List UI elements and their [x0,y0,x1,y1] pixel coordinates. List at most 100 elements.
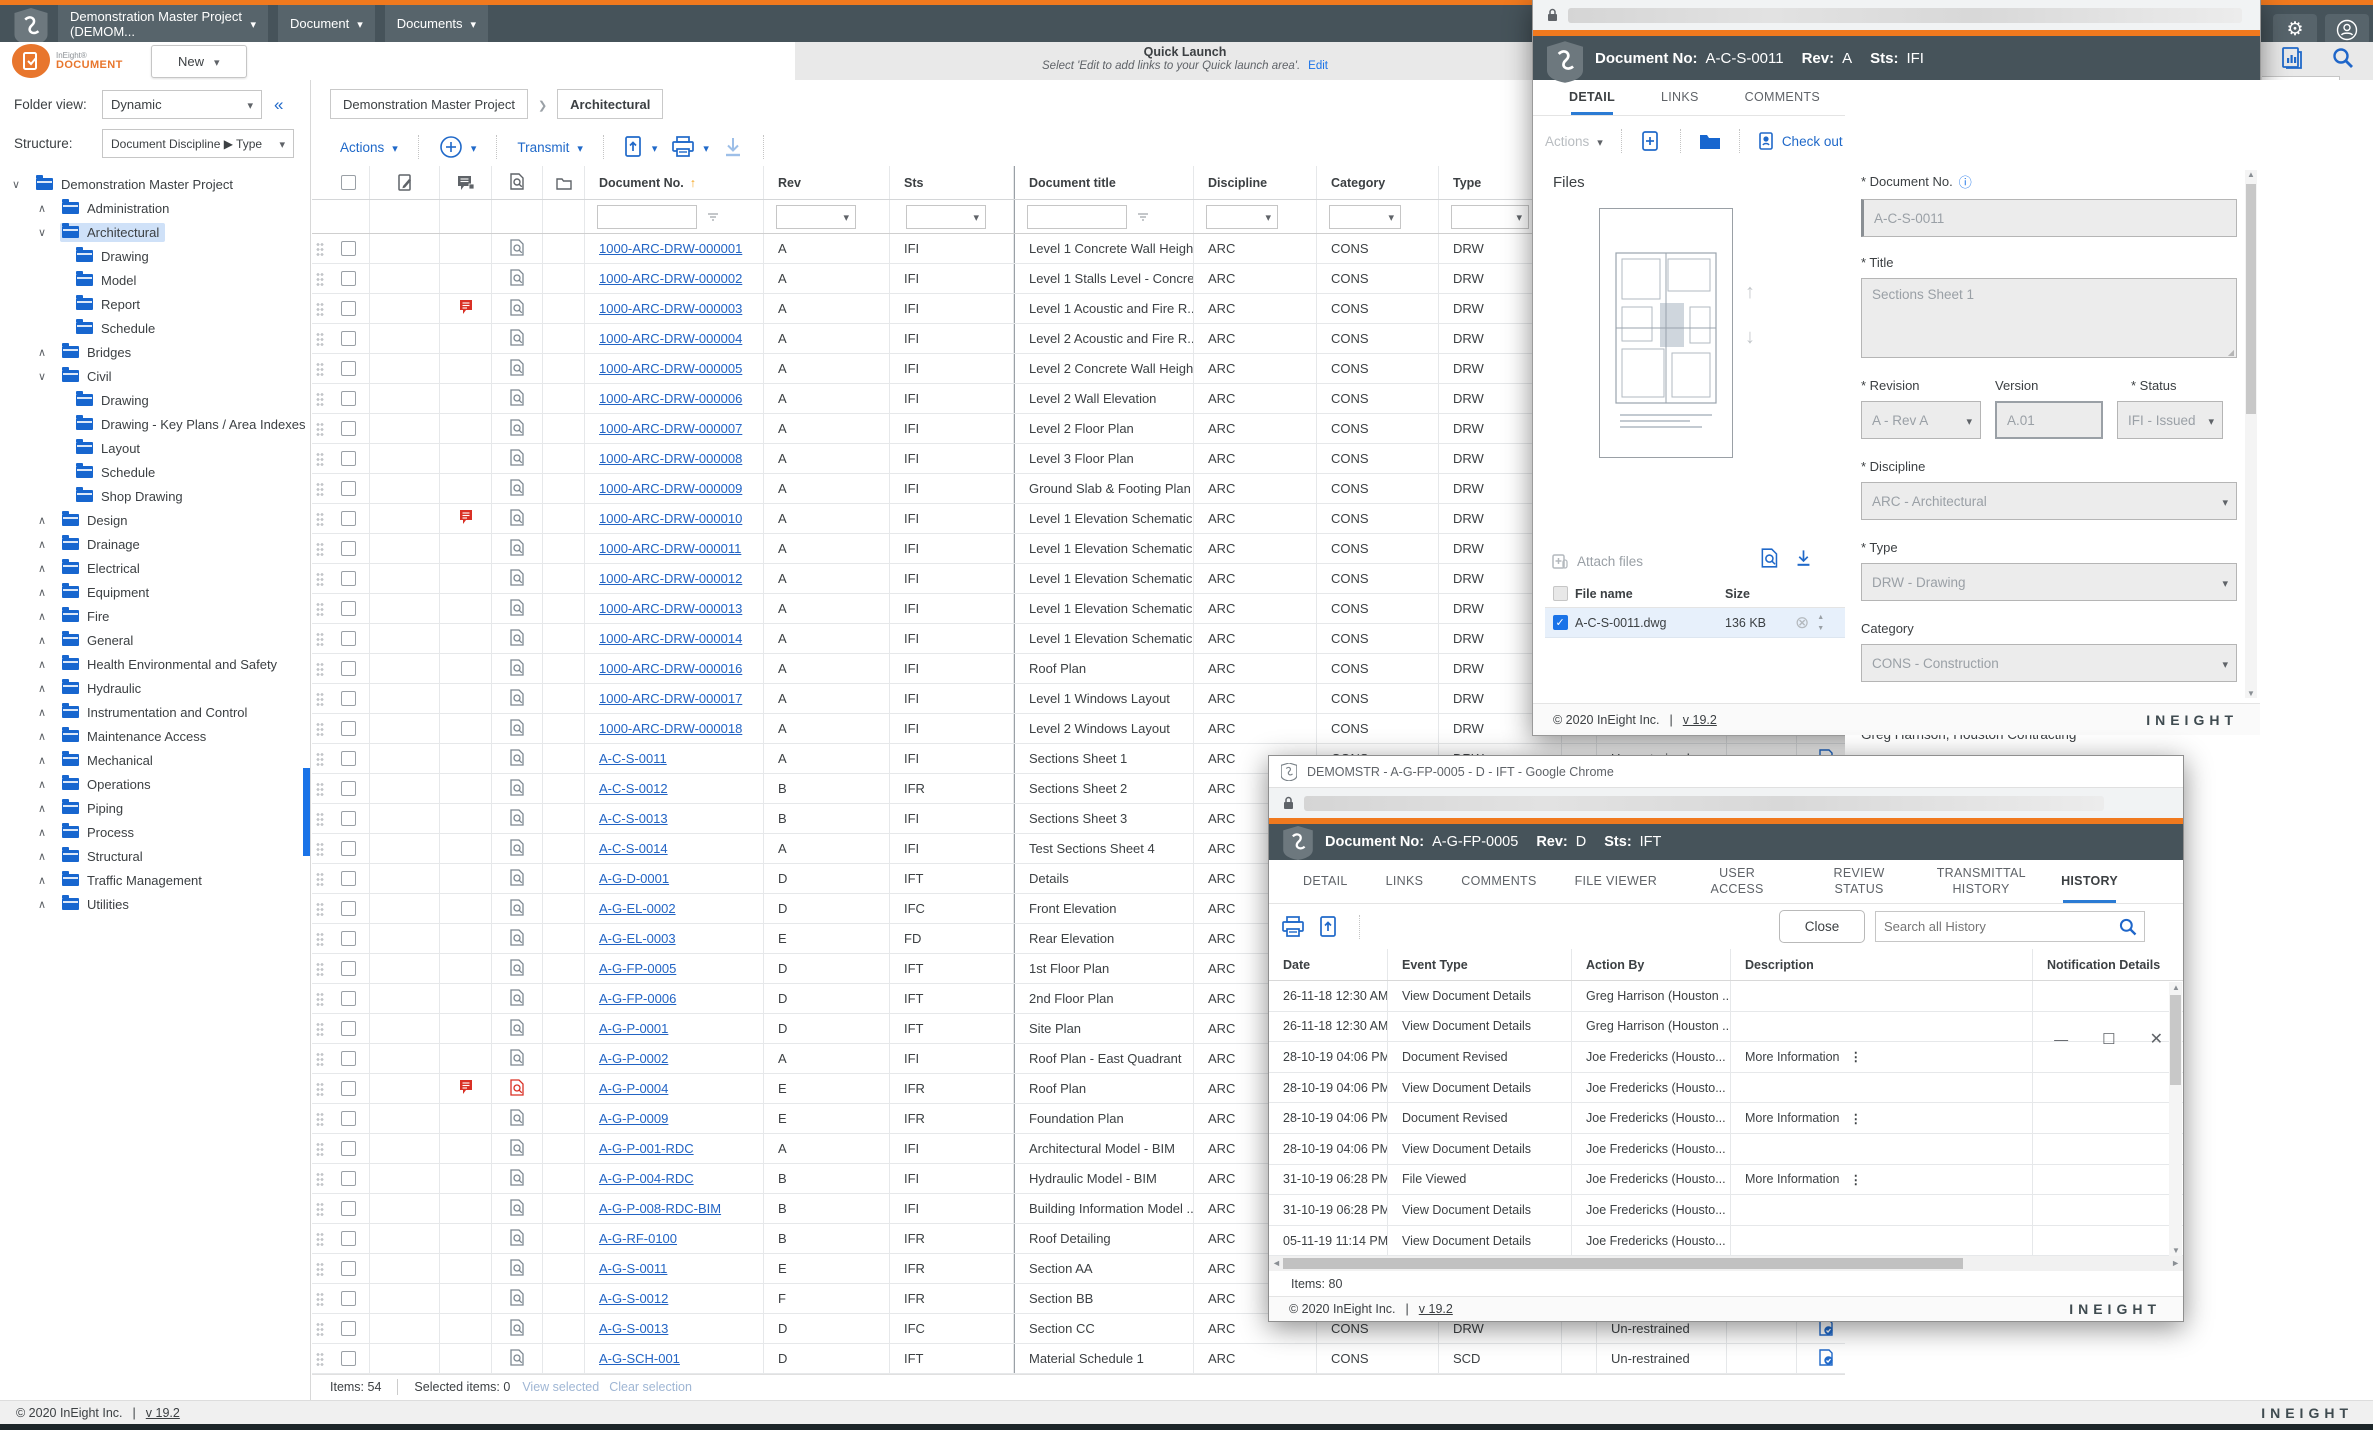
file-viewer-icon[interactable] [510,1349,525,1369]
row-checkbox[interactable] [341,1291,356,1306]
filter-document-no-input[interactable] [597,205,697,229]
row-checkbox[interactable] [341,331,356,346]
breadcrumb-root[interactable]: Demonstration Master Project [330,89,528,119]
drag-handle-icon[interactable] [316,1142,324,1156]
document-link[interactable]: 1000-ARC-DRW-000003 [599,301,742,316]
tree-item[interactable]: Process [0,820,310,844]
printer-icon[interactable] [1281,916,1305,938]
more-information-link[interactable]: More Information [1745,1172,1839,1186]
drag-handle-icon[interactable] [316,812,324,826]
tree-item[interactable]: Fire [0,604,310,628]
download-file-icon[interactable] [1795,548,1812,573]
reports-icon[interactable] [2279,45,2305,71]
files-col-name[interactable]: File name [1575,587,1725,601]
row-checkbox[interactable] [341,781,356,796]
new-version-icon[interactable] [1640,129,1662,153]
document-link[interactable]: A-G-P-004-RDC [599,1171,694,1186]
download-button[interactable] [723,136,743,158]
comment-flag-icon[interactable] [458,509,474,528]
url-field[interactable] [1304,796,2104,811]
drag-handle-icon[interactable] [316,752,324,766]
document-link[interactable]: A-C-S-0011 [599,751,667,766]
window-title-bar[interactable]: DEMOMSTR - A-G-FP-0005 - D - IFT - Googl… [1269,756,2183,788]
history-row[interactable]: 28-10-19 04:06 PM Document Revised Joe F… [1269,1042,2183,1073]
filter-title-input[interactable] [1027,205,1127,229]
history-row[interactable]: 31-10-19 06:28 PM File Viewed Joe Freder… [1269,1165,2183,1196]
tree-item[interactable]: Schedule [0,316,310,340]
tab[interactable]: HISTORY [2055,860,2124,903]
drag-handle-icon[interactable] [316,362,324,376]
scroll-up-icon[interactable]: ▲ [1817,614,1824,621]
drag-handle-icon[interactable] [316,1322,324,1336]
sort-ascending-icon[interactable] [690,176,696,190]
history-row[interactable]: 28-10-19 04:06 PM Document Revised Joe F… [1269,1103,2183,1134]
tree-chevron-icon[interactable] [38,514,60,527]
document-link[interactable]: 1000-ARC-DRW-000012 [599,571,742,586]
file-viewer-icon[interactable] [510,299,525,319]
tree-chevron-icon[interactable] [38,370,60,383]
tree-item[interactable]: Hydraulic [0,676,310,700]
file-viewer-icon[interactable] [510,1049,525,1069]
save-button[interactable]: Save [2159,123,2185,160]
row-checkbox[interactable] [341,1351,356,1366]
file-viewer-icon[interactable] [510,1229,525,1249]
tree-chevron-icon[interactable] [38,562,60,575]
collapse-sidebar-icon[interactable] [274,95,283,115]
document-link[interactable]: A-G-EL-0003 [599,931,676,946]
export-document-button[interactable] [624,135,658,159]
tree-chevron-icon[interactable] [12,178,34,191]
document-link[interactable]: A-C-S-0014 [599,841,668,856]
row-checkbox[interactable] [341,721,356,736]
row-checkbox[interactable] [341,841,356,856]
drag-handle-icon[interactable] [316,1022,324,1036]
tree-chevron-icon[interactable] [38,610,60,623]
file-viewer-icon[interactable] [510,419,525,439]
drag-handle-icon[interactable] [316,272,324,286]
history-row[interactable]: 28-10-19 04:06 PM View Document Details … [1269,1073,2183,1104]
tree-item[interactable]: Traffic Management [0,868,310,892]
breadcrumb-current[interactable]: Architectural [557,89,663,119]
document-link[interactable]: 1000-ARC-DRW-000017 [599,691,742,706]
drag-handle-icon[interactable] [316,632,324,646]
filter-sts-select[interactable] [906,205,986,229]
file-viewer-icon[interactable] [510,1079,525,1099]
file-viewer-icon[interactable] [510,959,525,979]
file-viewer-icon[interactable] [510,809,525,829]
version-link[interactable]: v 19.2 [1683,713,1717,727]
tree-chevron-icon[interactable] [38,226,60,239]
document-link[interactable]: A-G-S-0011 [599,1261,667,1276]
file-viewer-icon[interactable] [510,329,525,349]
row-checkbox[interactable] [341,991,356,1006]
history-row[interactable]: 05-11-19 11:14 PM View Document Details … [1269,1226,2183,1257]
tree-item[interactable]: Architectural [0,220,310,244]
document-link[interactable]: A-G-P-001-RDC [599,1141,694,1156]
drag-handle-icon[interactable] [316,1352,324,1366]
document-link[interactable]: A-G-P-0009 [599,1111,668,1126]
scroll-down-icon[interactable]: ▼ [1817,625,1824,632]
tab[interactable]: COMMENTS [1739,80,1826,115]
file-viewer-icon[interactable] [510,839,525,859]
column-event-type[interactable]: Event Type [1388,949,1572,980]
scroll-down-icon[interactable]: ▼ [2172,1246,2180,1255]
drag-handle-icon[interactable] [316,902,324,916]
file-viewer-icon[interactable] [510,1109,525,1129]
row-checkbox[interactable] [341,901,356,916]
tree-item[interactable]: Mechanical [0,748,310,772]
more-information-link[interactable]: More Information [1745,1111,1839,1125]
close-button[interactable]: Close [1779,910,1865,943]
drag-handle-icon[interactable] [316,1052,324,1066]
row-checkbox[interactable] [341,961,356,976]
history-row[interactable]: 28-10-19 04:06 PM View Document Details … [1269,1134,2183,1165]
file-viewer-icon[interactable] [510,689,525,709]
tab[interactable]: USER ACCESS [1689,860,1785,903]
file-viewer-icon[interactable] [510,869,525,889]
tree-item[interactable]: Operations [0,772,310,796]
export-icon[interactable] [1319,915,1339,939]
file-viewer-icon[interactable] [510,239,525,259]
tab[interactable]: FILE VIEWER [1569,860,1663,903]
file-viewer-icon[interactable] [510,659,525,679]
document-link[interactable]: 1000-ARC-DRW-000005 [599,361,742,376]
tree-item[interactable]: Electrical [0,556,310,580]
drag-handle-icon[interactable] [316,662,324,676]
drag-handle-icon[interactable] [316,1112,324,1126]
